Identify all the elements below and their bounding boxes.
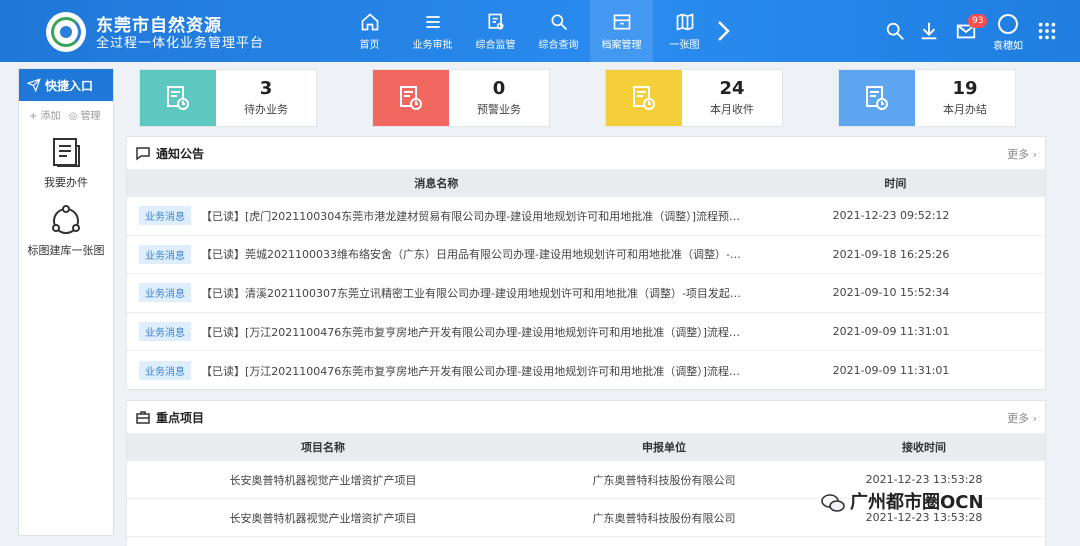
sidebar-item-map-library[interactable]: 标图建库一张图 <box>19 204 113 258</box>
projects-title: 重点项目 <box>156 410 205 425</box>
map-icon <box>676 12 693 31</box>
nav-supervision[interactable]: 综合监管 <box>464 0 527 62</box>
message-text: 【已读】[万江2021100476东莞市复亨房地产开发有限公司办理-建设用地规划… <box>201 364 741 378</box>
message-text: 【已读】[万江2021100476东莞市复亨房地产开发有限公司办理-建设用地规划… <box>201 325 741 339</box>
message-type-tag: 业务消息 <box>139 206 191 226</box>
sidebar-tools: + 添加 ◎ 管理 <box>19 101 113 122</box>
nav-query[interactable]: 综合查询 <box>527 0 590 62</box>
top-header: 东莞市自然资源 全过程一体化业务管理平台 首页 业务审批 综合监管 综合查询 档… <box>0 0 1080 62</box>
stat-label: 本月收件 <box>710 103 754 116</box>
nav-approval[interactable]: 业务审批 <box>401 0 464 62</box>
clock-document-icon <box>633 86 655 110</box>
notice-title: 通知公告 <box>156 146 205 161</box>
notice-more-link[interactable]: 更多 › <box>1007 146 1037 162</box>
notice-panel-header: 通知公告 更多 › <box>127 137 1045 169</box>
avatar <box>998 14 1018 34</box>
projects-more-link[interactable]: 更多 › <box>1007 410 1037 426</box>
clock-document-icon <box>167 86 189 110</box>
share-network-icon <box>52 205 80 234</box>
message-count-badge: 93 <box>968 14 988 28</box>
list-icon <box>425 15 440 28</box>
message-type-tag: 业务消息 <box>139 322 191 342</box>
nav-archive[interactable]: 档案管理 <box>590 0 653 62</box>
watermark: 广州都市圈OCN <box>820 488 984 514</box>
key-projects-panel: 重点项目 更多 › 项目名称 申报单位 接收时间 长安奥普特机器视觉产业增资扩产… <box>126 400 1046 546</box>
message-time: 2021-09-18 16:25:26 <box>832 247 950 261</box>
home-icon <box>361 12 378 30</box>
add-shortcut-button[interactable]: + 添加 <box>29 107 61 122</box>
clock-document-icon <box>866 86 888 110</box>
table-row[interactable]: 业务消息 【已读】清溪2021100307东莞立讯精密工业有限公司办理-建设用地规… <box>127 274 1045 313</box>
message-time: 2021-09-10 15:52:34 <box>832 286 950 300</box>
message-text: 【已读】莞城2021100033维布络安舍（广东）日用品有限公司办理-建设用地规… <box>201 248 741 262</box>
quick-access-sidebar: 快捷入口 + 添加 ◎ 管理 我要办件 标图建库一张图 <box>18 68 114 536</box>
sidebar-header: 快捷入口 <box>19 69 113 101</box>
projects-panel-header: 重点项目 更多 › <box>127 401 1045 433</box>
download-icon[interactable] <box>918 20 940 42</box>
stat-label: 待办业务 <box>244 103 288 116</box>
project-time: 2021-12-23 13:53:28 <box>865 473 983 486</box>
table-row[interactable]: 业务消息 【已读】[万江2021100476东莞市复亨房地产开发有限公司办理-建设… <box>127 313 1045 352</box>
announcement-icon <box>136 147 150 161</box>
main-nav: 首页 业务审批 综合监管 综合查询 档案管理 一张图 <box>338 0 716 62</box>
message-time: 2021-12-23 09:52:12 <box>832 209 950 223</box>
search-icon <box>551 14 567 30</box>
stat-label: 本月办结 <box>943 103 987 116</box>
stat-card-received[interactable]: 24 本月收件 <box>605 69 783 127</box>
search-icon[interactable] <box>884 20 906 42</box>
send-icon <box>27 78 41 92</box>
message-type-tag: 业务消息 <box>139 244 191 264</box>
message-text: 【已读】[虎门2021100304东莞市港龙建材贸易有限公司办理-建设用地规划许… <box>201 209 741 223</box>
project-unit: 广东奥普特科技股份有限公司 <box>592 511 736 525</box>
stat-card-completed[interactable]: 19 本月办结 <box>838 69 1016 127</box>
document-icon <box>53 138 80 167</box>
projects-table-header: 项目名称 申报单位 接收时间 <box>127 433 1045 461</box>
project-name: 长安奥普特机器视觉产业增资扩产项目 <box>229 511 417 525</box>
message-type-tag: 业务消息 <box>139 283 191 303</box>
project-unit: 广东奥普特科技股份有限公司 <box>592 473 736 487</box>
table-row[interactable]: 业务消息 【已读】[万江2021100476东莞市复亨房地产开发有限公司办理-建设… <box>127 351 1045 390</box>
stat-card-pending[interactable]: 3 待办业务 <box>139 69 317 127</box>
chevron-right-icon[interactable] <box>712 18 734 44</box>
message-time: 2021-09-09 11:31:01 <box>832 364 950 378</box>
archive-icon <box>613 14 630 29</box>
wechat-icon <box>821 494 845 512</box>
manage-shortcut-button[interactable]: ◎ 管理 <box>69 107 101 122</box>
briefcase-icon <box>136 411 150 424</box>
clock-document-icon <box>400 86 422 110</box>
app-subtitle: 全过程一体化业务管理平台 <box>96 36 265 51</box>
user-menu[interactable]: 袁穗如 <box>988 14 1028 52</box>
user-name: 袁穗如 <box>993 41 1023 52</box>
stat-value: 19 <box>952 78 978 99</box>
sidebar-item-my-tasks[interactable]: 我要办件 <box>19 136 113 190</box>
apps-grid-icon[interactable] <box>1036 20 1058 42</box>
message-type-tag: 业务消息 <box>139 361 191 381</box>
stat-value: 0 <box>492 78 506 99</box>
stat-label: 预警业务 <box>477 103 521 116</box>
nav-map[interactable]: 一张图 <box>653 0 716 62</box>
nav-home[interactable]: 首页 <box>338 0 401 62</box>
app-logo <box>46 12 86 52</box>
message-text: 【已读】清溪2021100307东莞立讯精密工业有限公司办理-建设用地规划许可和… <box>201 286 741 300</box>
monitor-icon <box>488 13 503 29</box>
stat-card-warning[interactable]: 0 预警业务 <box>372 69 550 127</box>
table-row[interactable]: 业务消息 【已读】莞城2021100033维布络安舍（广东）日用品有限公司办理-建… <box>127 236 1045 275</box>
notice-panel: 通知公告 更多 › 消息名称 时间 业务消息 【已读】[虎门2021100304东… <box>126 136 1046 390</box>
stat-value: 3 <box>259 78 273 99</box>
table-row[interactable]: 业务消息 【已读】[虎门2021100304东莞市港龙建材贸易有限公司办理-建设用… <box>127 197 1045 236</box>
message-time: 2021-09-09 11:31:01 <box>832 325 950 339</box>
project-name: 长安奥普特机器视觉产业增资扩产项目 <box>229 473 417 487</box>
notice-table-header: 消息名称 时间 <box>127 169 1045 197</box>
stat-value: 24 <box>719 78 745 99</box>
